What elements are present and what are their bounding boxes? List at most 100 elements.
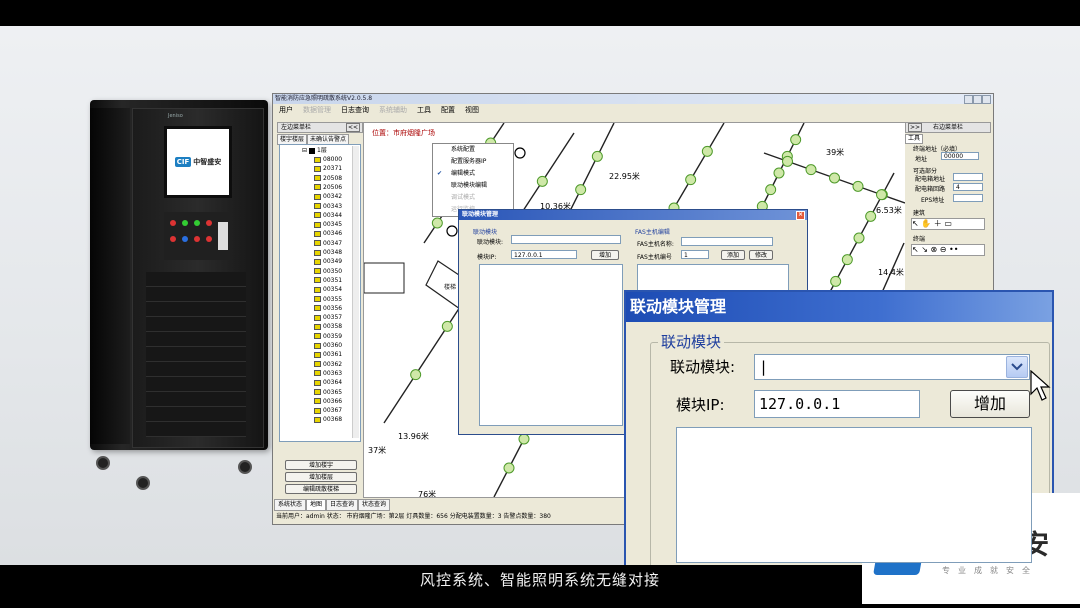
small-add-button[interactable]: 增加 [591,250,619,260]
tree-item[interactable]: 00359 [314,333,342,340]
small-module-list[interactable] [479,264,623,426]
emergency-lamp-icon[interactable] [841,254,853,266]
add-floor-button[interactable]: 增加楼层 [285,472,357,482]
emergency-lamp-icon[interactable] [773,167,785,179]
edit-stairs-button[interactable]: 编辑疏散楼梯 [285,484,357,494]
emergency-lamp-icon[interactable] [685,174,697,186]
tree-expand-icon[interactable]: ⊟ [302,147,307,154]
tree-item[interactable]: 00368 [314,416,342,423]
zoom-add-button[interactable]: 增加 [950,390,1030,418]
menu-user[interactable]: 用户 [279,104,293,116]
emergency-lamp-icon[interactable] [829,172,840,184]
tree-item[interactable]: 00348 [314,249,342,256]
tree-item[interactable]: 00351 [314,277,342,284]
menu-config[interactable]: 配置 [441,104,455,116]
menu-item-linkage-edit[interactable]: 联动模块编辑 [433,180,513,192]
menu-tools[interactable]: 工具 [417,104,431,116]
tab-map[interactable]: 地图 [306,499,327,511]
emergency-lamp-icon[interactable] [865,210,877,222]
emergency-lamp-icon[interactable] [575,184,587,196]
maximize-icon[interactable] [973,95,982,104]
tree-item[interactable]: 20508 [314,175,342,182]
menu-view[interactable]: 视图 [465,104,479,116]
minimize-icon[interactable] [964,95,973,104]
menu-log[interactable]: 日志查询 [341,104,369,116]
zoom-ip-input[interactable]: 127.0.0.1 [754,390,920,418]
tree-item[interactable]: 00362 [314,361,342,368]
small-module-combo[interactable] [511,235,621,244]
hand-icon[interactable]: ✋ [921,219,931,228]
small-ip-input[interactable]: 127.0.0.1 [511,250,577,259]
distribution-box-select[interactable] [953,173,983,181]
tree-item[interactable]: 00343 [314,203,342,210]
tree-item[interactable]: 00350 [314,268,342,275]
menu-item-system-config[interactable]: 系统配置 [433,144,513,156]
tree-item[interactable]: 20371 [314,165,342,172]
chevron-down-icon[interactable] [1006,356,1028,378]
emergency-lamp-icon[interactable] [431,217,443,229]
menu-item-debug-mode[interactable]: 调试模式 [433,192,513,204]
close-icon[interactable]: × [796,211,805,220]
loop-stepper[interactable]: 4 [953,183,983,191]
add-line-icon[interactable]: ＋ [934,219,942,228]
emergency-lamp-icon[interactable] [805,164,817,176]
menu-item-server-ip[interactable]: 配置服务器IP [433,156,513,168]
zoom-module-list[interactable] [676,427,1032,563]
tree-item[interactable]: 00364 [314,379,342,386]
tree-item[interactable]: 00346 [314,230,342,237]
menu-assist[interactable]: 系统辅助 [379,104,407,116]
tree-item[interactable]: 00342 [314,193,342,200]
rectangle-icon[interactable]: ▭ [944,219,952,228]
tree-item[interactable]: 00361 [314,351,342,358]
tree-item[interactable]: 00367 [314,407,342,414]
tree-item[interactable]: 00363 [314,370,342,377]
tree-item[interactable]: 20506 [314,184,342,191]
emergency-lamp-icon[interactable] [876,189,887,201]
tree-item[interactable]: 00344 [314,212,342,219]
address-input[interactable]: 00000 [941,152,979,160]
zoom-module-combo[interactable]: | [754,354,1030,380]
tab-log-query[interactable]: 日志查询 [326,499,359,511]
emergency-lamp-icon[interactable] [503,462,515,474]
tab-tools[interactable]: 工具 [905,134,924,144]
fas-name-input[interactable] [681,237,773,246]
tree-item[interactable]: 00354 [314,286,342,293]
fas-number-stepper[interactable]: 1 [681,250,709,259]
emergency-lamp-icon[interactable] [441,320,453,332]
close-icon[interactable] [982,95,991,104]
tree-item[interactable]: 00357 [314,314,342,321]
tree-root[interactable]: ⊟ 1层 [302,147,327,154]
select-cursor-icon[interactable]: ↖ [912,245,919,254]
tree-item[interactable]: 00356 [314,305,342,312]
expand-right-button[interactable]: >> [908,123,923,132]
tab-status-query[interactable]: 状态查询 [358,499,391,511]
lamp-icon[interactable]: ⊗ [931,245,938,254]
emergency-lamp-icon[interactable] [830,275,842,287]
tab-system-status[interactable]: 系统状态 [274,499,307,511]
tree-item[interactable]: 00365 [314,389,342,396]
collapse-left-button[interactable]: << [345,123,360,132]
tree-item[interactable]: 00345 [314,221,342,228]
tree-item[interactable]: 00347 [314,240,342,247]
tree-item[interactable]: 00358 [314,323,342,330]
tree-item[interactable]: 08000 [314,156,342,163]
emergency-lamp-icon[interactable] [853,232,865,244]
fas-add-button[interactable]: 添加 [721,250,745,260]
tree-item[interactable]: 00360 [314,342,342,349]
tree-scrollbar[interactable] [352,146,359,438]
emergency-lamp-icon[interactable] [782,155,793,167]
emergency-lamp-icon[interactable] [518,433,530,445]
tree-item[interactable]: 00366 [314,398,342,405]
select-cursor-icon[interactable]: ↖ [912,219,919,228]
emergency-lamp-icon[interactable] [790,134,802,146]
emergency-lamp-icon[interactable] [701,145,713,157]
emergency-lamp-icon[interactable] [765,184,777,196]
emergency-lamp-icon[interactable] [410,369,422,381]
tree-item[interactable]: 00349 [314,258,342,265]
emergency-lamp-icon[interactable] [536,175,548,187]
emergency-lamp-icon[interactable] [591,150,603,162]
eps-select[interactable] [953,194,983,202]
fas-edit-button[interactable]: 修改 [749,250,773,260]
link-icon[interactable]: •• [949,245,958,254]
menu-item-edit-mode[interactable]: ✔ 编辑模式 [433,168,513,180]
